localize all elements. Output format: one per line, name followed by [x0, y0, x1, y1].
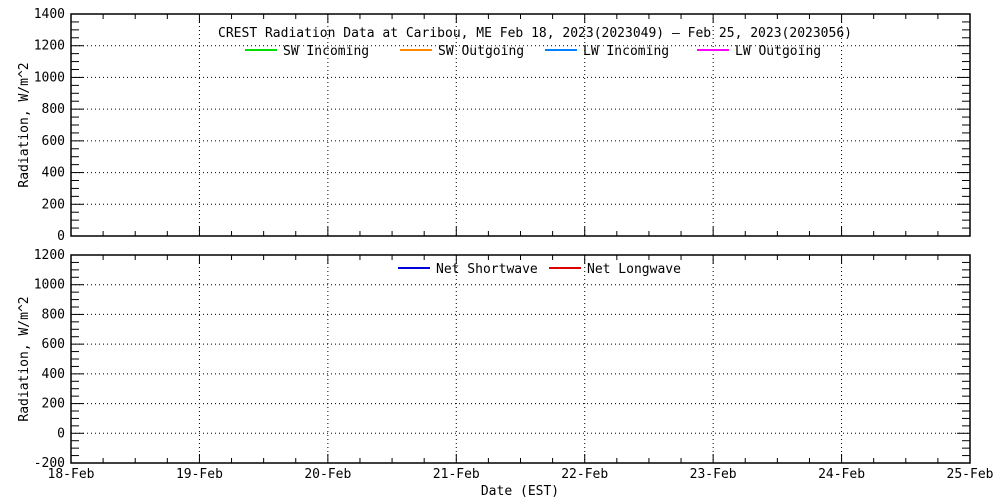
x-tick-label: 25-Feb	[947, 467, 994, 482]
x-axis-label: Date (EST)	[481, 484, 559, 499]
y-tick-label: 400	[42, 367, 65, 382]
y-tick-label: 800	[42, 307, 65, 322]
y-tick-label: 200	[42, 397, 65, 412]
y-axis-label: Radiation, W/m^2	[17, 62, 32, 187]
x-tick-label: 24-Feb	[818, 467, 865, 482]
legend-label: Net Longwave	[587, 262, 681, 277]
x-tick-label: 18-Feb	[48, 467, 95, 482]
x-tick-label: 20-Feb	[304, 467, 351, 482]
y-tick-label: 1200	[34, 39, 65, 54]
crest-radiation-plot-window: 0 200 400 600 800 1000 1200 1400 Radiation, W/m^…	[0, 0, 1000, 500]
y-tick-label: 600	[42, 134, 65, 149]
y-tick-label: 0	[57, 426, 65, 441]
y-tick-label: 400	[42, 166, 65, 181]
y-axis-label: Radiation, W/m^2	[17, 296, 32, 421]
chart-title: CREST Radiation Data at Caribou, ME Feb …	[218, 26, 852, 41]
y-tick-label: 200	[42, 197, 65, 212]
legend-label: SW Outgoing	[438, 44, 524, 59]
x-tick-label: 23-Feb	[690, 467, 737, 482]
legend-label: Net Shortwave	[436, 262, 538, 277]
y-tick-label: 1400	[34, 7, 65, 22]
legend-label: LW Incoming	[583, 44, 669, 59]
y-tick-label: 1000	[34, 278, 65, 293]
radiation-chart-svg: 0 200 400 600 800 1000 1200 1400 Radiation, W/m^…	[0, 0, 1000, 500]
legend-label: SW Incoming	[283, 44, 369, 59]
x-tick-label: 19-Feb	[176, 467, 223, 482]
y-tick-label: 1200	[34, 248, 65, 263]
legend-label: LW Outgoing	[735, 44, 821, 59]
y-tick-label: 800	[42, 102, 65, 117]
y-tick-label: 600	[42, 337, 65, 352]
x-tick-label: 22-Feb	[561, 467, 608, 482]
axis-frame	[71, 255, 970, 463]
x-tick-label: 21-Feb	[433, 467, 480, 482]
y-tick-label: 0	[57, 229, 65, 244]
y-tick-label: 1000	[34, 70, 65, 85]
